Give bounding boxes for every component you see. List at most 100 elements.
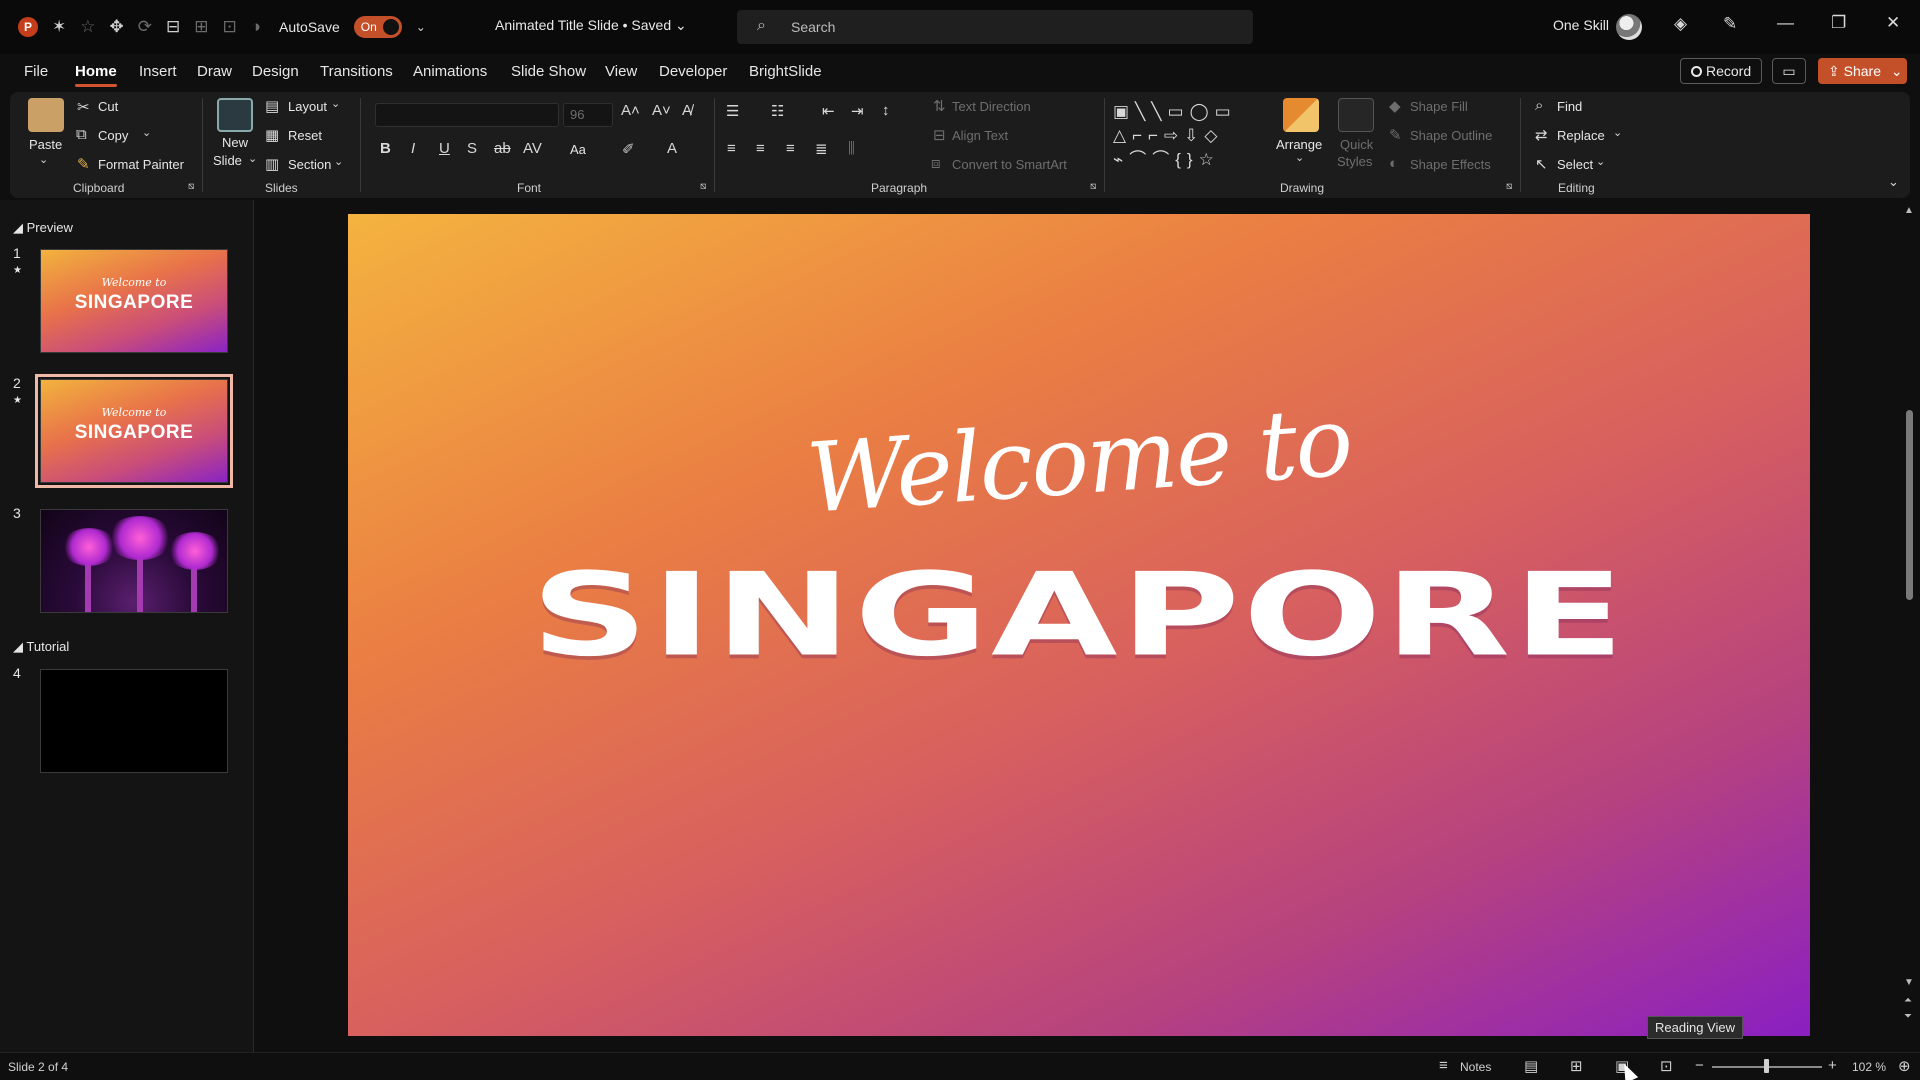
- chevron-down-icon[interactable]: ⌄: [142, 126, 151, 139]
- convert-smartart-button[interactable]: Convert to SmartArt: [952, 157, 1067, 172]
- shape-effects-button[interactable]: Shape Effects: [1410, 157, 1491, 172]
- autosave-toggle[interactable]: On: [353, 16, 402, 38]
- slide-welcome-text[interactable]: Welcome to: [348, 353, 1810, 567]
- text-direction-button[interactable]: Text Direction: [952, 99, 1031, 114]
- previous-slide-icon[interactable]: ⏶: [1904, 995, 1912, 1006]
- move-icon[interactable]: ✥: [110, 14, 124, 40]
- vertical-scrollbar[interactable]: ▲ ▼ ⏶ ⏷: [1904, 205, 1916, 1035]
- increase-font-icon[interactable]: A˄: [621, 102, 640, 119]
- character-spacing-icon[interactable]: AV: [523, 140, 542, 157]
- slide-thumbnail-1[interactable]: Welcome to SINGAPORE: [40, 249, 228, 353]
- share-button[interactable]: ⇪ Share ⌄: [1818, 58, 1907, 84]
- shape-fill-button[interactable]: Shape Fill: [1410, 99, 1468, 114]
- present-icon[interactable]: ⊟: [166, 14, 180, 40]
- zoom-slider-handle[interactable]: [1764, 1059, 1769, 1073]
- zoom-out-icon[interactable]: −: [1695, 1057, 1704, 1074]
- diamond-icon[interactable]: ◈: [1674, 14, 1687, 34]
- strikethrough-icon[interactable]: ab: [494, 140, 511, 157]
- change-case-button[interactable]: Aa: [570, 142, 586, 157]
- quick-styles-icon[interactable]: [1338, 98, 1374, 132]
- new-slide-button[interactable]: New: [222, 135, 248, 150]
- star-icon[interactable]: ☆: [80, 14, 95, 40]
- new-slide-button-line2[interactable]: Slide: [213, 153, 242, 168]
- zoom-level[interactable]: 102 %: [1852, 1060, 1886, 1074]
- increase-indent-icon[interactable]: ⇥: [851, 102, 864, 120]
- avatar[interactable]: [1616, 14, 1642, 40]
- shapes-icon[interactable]: ◑: [251, 14, 261, 40]
- paste-icon[interactable]: [28, 98, 64, 132]
- tab-insert[interactable]: Insert: [139, 63, 177, 80]
- font-color-icon[interactable]: A: [667, 140, 677, 157]
- justify-icon[interactable]: ≣: [815, 140, 828, 158]
- normal-view-icon[interactable]: ▤: [1524, 1057, 1538, 1075]
- rotate-icon[interactable]: ⟳: [138, 14, 152, 40]
- slide-title-text[interactable]: SINGAPORE: [348, 548, 1810, 681]
- tab-brightslide[interactable]: BrightSlide: [749, 63, 822, 80]
- section-header-tutorial[interactable]: ◢ Tutorial: [13, 639, 69, 655]
- layout-button[interactable]: Layout: [288, 99, 327, 114]
- reset-button[interactable]: Reset: [288, 128, 322, 143]
- next-slide-icon[interactable]: ⏷: [1904, 1011, 1912, 1022]
- slide-thumbnail-4[interactable]: [40, 669, 228, 773]
- chevron-down-icon[interactable]: ⌄: [248, 152, 257, 165]
- scrollbar-thumb[interactable]: [1906, 410, 1913, 600]
- shape-outline-button[interactable]: Shape Outline: [1410, 128, 1492, 143]
- chevron-down-icon[interactable]: ⌄: [39, 153, 48, 166]
- decrease-font-icon[interactable]: A˅: [652, 102, 671, 119]
- copy-button[interactable]: Copy: [98, 128, 128, 143]
- close-icon[interactable]: ✕: [1886, 13, 1900, 33]
- shadow-icon[interactable]: S: [467, 140, 477, 157]
- tab-transitions[interactable]: Transitions: [320, 63, 393, 80]
- dialog-launcher-icon[interactable]: ⧅: [700, 181, 706, 192]
- current-slide[interactable]: Welcome to SINGAPORE: [348, 214, 1810, 1036]
- search-box[interactable]: ⌕ Search: [737, 10, 1253, 44]
- minimize-icon[interactable]: —: [1777, 13, 1794, 33]
- scroll-down-icon[interactable]: ▼: [1904, 977, 1914, 988]
- tab-file[interactable]: File: [24, 63, 48, 80]
- tab-slide-show[interactable]: Slide Show: [511, 63, 586, 80]
- columns-icon[interactable]: ⫼: [848, 140, 855, 157]
- find-button[interactable]: Find: [1557, 99, 1582, 114]
- tab-developer[interactable]: Developer: [659, 63, 727, 80]
- section-header-preview[interactable]: ◢ Preview: [13, 220, 73, 236]
- align-text-button[interactable]: Align Text: [952, 128, 1008, 143]
- chevron-down-icon[interactable]: ⌄: [1596, 155, 1605, 168]
- collapse-ribbon-icon[interactable]: ⌄: [1888, 174, 1899, 190]
- shapes-gallery[interactable]: ▣╲╲▭◯▭ △⌐⌐⇨⇩◇ ⌁⌒⌒{}☆: [1113, 100, 1263, 172]
- distribute-icon[interactable]: ⊡: [223, 14, 237, 40]
- align-icon[interactable]: ⊞: [194, 14, 208, 40]
- dialog-launcher-icon[interactable]: ⧅: [1090, 181, 1096, 192]
- line-spacing-icon[interactable]: ↕: [882, 102, 890, 119]
- comments-button[interactable]: ▭: [1772, 58, 1806, 84]
- dialog-launcher-icon[interactable]: ⧅: [1506, 181, 1512, 192]
- font-name-field[interactable]: [375, 103, 559, 127]
- tab-home[interactable]: Home: [75, 63, 117, 87]
- quick-styles-button[interactable]: Quick: [1340, 137, 1373, 152]
- cut-button[interactable]: Cut: [98, 99, 118, 114]
- slide-sorter-icon[interactable]: ⊞: [1570, 1057, 1583, 1075]
- select-button[interactable]: Select: [1557, 157, 1593, 172]
- quick-styles-button-line2[interactable]: Styles: [1337, 154, 1372, 169]
- zoom-in-icon[interactable]: +: [1828, 1057, 1837, 1074]
- font-size-field[interactable]: 96: [563, 103, 613, 127]
- document-title[interactable]: Animated Title Slide • Saved ⌄: [495, 17, 687, 34]
- chevron-down-icon[interactable]: ⌄: [1295, 151, 1304, 164]
- fit-to-window-icon[interactable]: ⊕: [1898, 1057, 1911, 1075]
- sparkle-icon[interactable]: ✶: [52, 14, 66, 40]
- align-left-icon[interactable]: ≡: [727, 140, 736, 157]
- chevron-down-icon[interactable]: ⌄: [334, 155, 343, 168]
- clear-format-icon[interactable]: A̸: [682, 102, 692, 119]
- user-name[interactable]: One Skill: [1553, 17, 1609, 33]
- slide-show-view-icon[interactable]: ⊡: [1660, 1057, 1673, 1075]
- align-right-icon[interactable]: ≡: [786, 140, 795, 157]
- slide-thumbnail-2[interactable]: Welcome to SINGAPORE: [35, 374, 233, 488]
- tab-view[interactable]: View: [605, 63, 637, 80]
- arrange-button[interactable]: Arrange: [1276, 137, 1322, 152]
- tab-animations[interactable]: Animations: [413, 63, 487, 80]
- paste-button[interactable]: Paste: [29, 137, 62, 152]
- chevron-down-icon[interactable]: ⌄: [331, 97, 340, 110]
- tab-design[interactable]: Design: [252, 63, 299, 80]
- decrease-indent-icon[interactable]: ⇤: [822, 102, 835, 120]
- record-button[interactable]: Record: [1680, 58, 1762, 84]
- highlight-icon[interactable]: ✐: [622, 140, 635, 158]
